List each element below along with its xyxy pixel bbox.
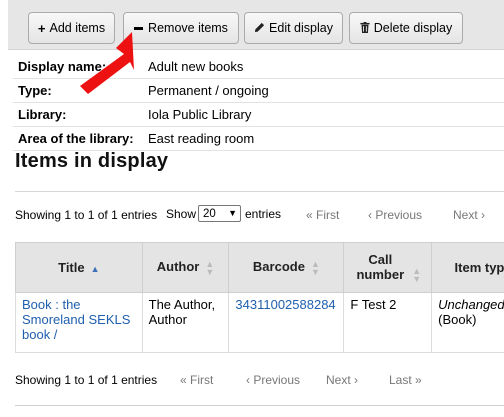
page-size-value: 20 bbox=[203, 207, 216, 220]
item-type-status: Unchanged bbox=[438, 297, 504, 312]
previous-page-link[interactable]: ‹ Previous bbox=[368, 208, 422, 222]
cell-item-type: Unchanged (Book) bbox=[431, 292, 504, 353]
detail-label: Library: bbox=[18, 107, 67, 122]
column-header-barcode[interactable]: Barcode ▲ ▼ bbox=[228, 242, 345, 293]
column-header-title[interactable]: Title ▲ bbox=[15, 242, 143, 293]
cell-call-number: F Test 2 bbox=[343, 292, 433, 353]
cell-title: Book : the Smoreland SEKLS book / bbox=[15, 292, 143, 353]
show-label: Show bbox=[166, 207, 197, 221]
sort-icon: ▲ ▼ bbox=[310, 258, 320, 277]
table-pager-bottom: Showing 1 to 1 of 1 entries « First ‹ Pr… bbox=[15, 368, 504, 392]
items-table-wrapper: Title ▲ Author ▲ ▼ Barcode ▲ ▼ Call number ▲ ▼ … bbox=[15, 242, 504, 353]
detail-value: East reading room bbox=[148, 131, 255, 146]
sort-icon: ▲ ▼ bbox=[412, 266, 422, 285]
table-row: Book : the Smoreland SEKLS book / The Au… bbox=[15, 292, 504, 353]
detail-row-area: Area of the library: East reading room bbox=[13, 127, 504, 151]
trash-icon bbox=[360, 21, 370, 36]
header-label: Call number bbox=[356, 251, 405, 282]
column-header-call-number[interactable]: Call number ▲ ▼ bbox=[343, 242, 433, 293]
detail-label: Area of the library: bbox=[18, 131, 134, 146]
table-pager-top: Showing 1 to 1 of 1 entries Show 20 ▼ en… bbox=[15, 200, 504, 230]
plus-icon: + bbox=[37, 20, 46, 36]
items-in-display-heading: Items in display bbox=[15, 150, 169, 172]
first-page-link[interactable]: « First bbox=[180, 373, 213, 387]
red-arrow-annotation bbox=[80, 32, 134, 94]
header-label: Item type bbox=[454, 260, 504, 275]
next-page-link[interactable]: Next › bbox=[326, 373, 358, 387]
remove-items-label: Remove items bbox=[148, 21, 228, 35]
entries-label: entries bbox=[245, 207, 282, 221]
header-label: Title bbox=[58, 260, 85, 275]
detail-value: Adult new books bbox=[148, 59, 244, 74]
next-page-link[interactable]: Next › bbox=[453, 208, 485, 222]
item-type-value: (Book) bbox=[438, 312, 477, 327]
barcode-link[interactable]: 34311002588284 bbox=[235, 297, 335, 312]
header-label: Author bbox=[156, 259, 200, 275]
cell-author: The Author, Author bbox=[141, 292, 230, 353]
edit-display-button[interactable]: Edit display bbox=[244, 12, 343, 44]
header-label: Barcode bbox=[252, 259, 305, 275]
column-header-author[interactable]: Author ▲ ▼ bbox=[141, 242, 230, 293]
last-page-link[interactable]: Last » bbox=[389, 373, 422, 387]
items-table: Title ▲ Author ▲ ▼ Barcode ▲ ▼ Call number ▲ ▼ … bbox=[15, 242, 504, 353]
title-link[interactable]: Book : the Smoreland SEKLS book / bbox=[22, 297, 130, 342]
delete-display-label: Delete display bbox=[373, 21, 453, 35]
first-page-link[interactable]: « First bbox=[306, 208, 339, 222]
pencil-icon bbox=[254, 21, 265, 36]
column-header-item-type[interactable]: Item type bbox=[431, 242, 504, 293]
sort-icon: ▲ ▼ bbox=[205, 258, 215, 277]
chevron-down-icon: ▼ bbox=[228, 208, 237, 218]
detail-value: Iola Public Library bbox=[148, 107, 252, 122]
detail-value: Permanent / ongoing bbox=[148, 83, 269, 98]
edit-display-label: Edit display bbox=[269, 21, 333, 35]
cell-barcode: 34311002588284 bbox=[228, 292, 345, 353]
detail-row-library: Library: Iola Public Library bbox=[13, 103, 504, 127]
divider bbox=[15, 191, 504, 192]
table-info: Showing 1 to 1 of 1 entries bbox=[15, 208, 158, 222]
page-size-select[interactable]: 20 ▼ bbox=[198, 205, 241, 222]
table-header-row: Title ▲ Author ▲ ▼ Barcode ▲ ▼ Call number ▲ ▼ … bbox=[15, 242, 504, 293]
previous-page-link[interactable]: ‹ Previous bbox=[246, 373, 300, 387]
delete-display-button[interactable]: Delete display bbox=[349, 12, 463, 44]
divider bbox=[15, 405, 504, 406]
table-info: Showing 1 to 1 of 1 entries bbox=[15, 373, 158, 387]
sort-ascending-icon: ▲ bbox=[90, 263, 100, 274]
